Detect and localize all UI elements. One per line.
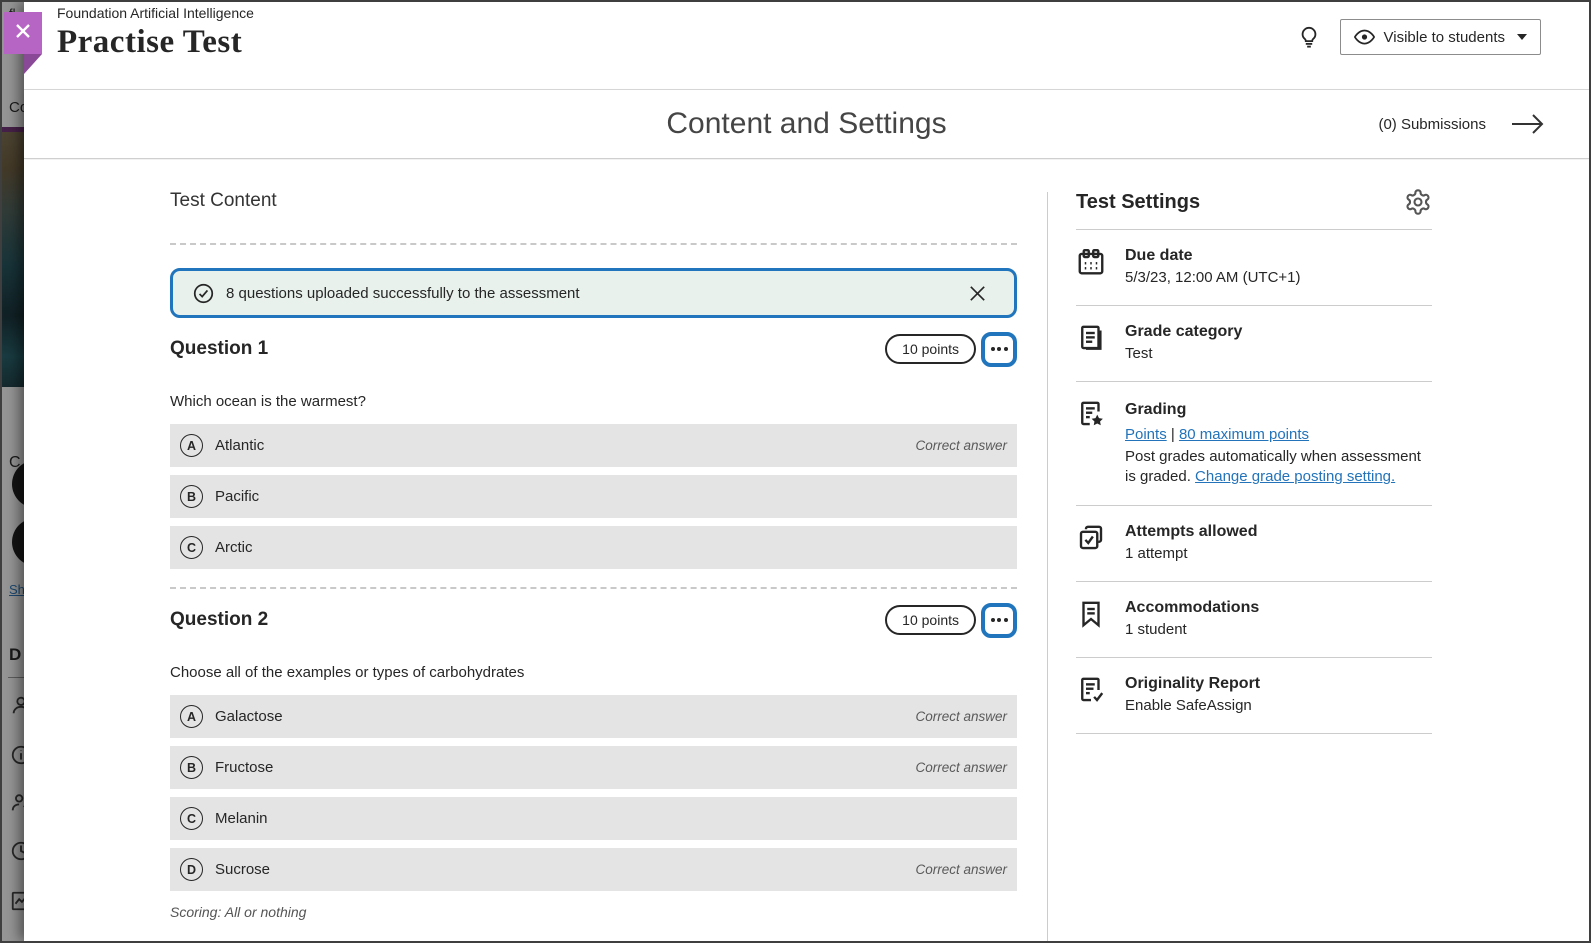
settings-heading: Test Settings	[1076, 191, 1200, 214]
eye-icon	[1354, 29, 1375, 45]
correct-answer-flag: Correct answer	[915, 709, 1007, 724]
calendar-icon	[1076, 247, 1108, 287]
correct-answer-flag: Correct answer	[915, 862, 1007, 877]
answer-option: A Galactose Correct answer	[170, 695, 1017, 738]
maximum-points-link[interactable]: 80 maximum points	[1179, 426, 1309, 443]
checkbox-icon	[1076, 523, 1108, 563]
bookmark-icon	[1076, 599, 1108, 639]
option-text: Galactose	[215, 708, 283, 725]
answer-option: B Fructose Correct answer	[170, 746, 1017, 789]
close-icon[interactable]	[965, 281, 990, 306]
question-menu-button[interactable]	[981, 603, 1017, 638]
question-prompt: Choose all of the examples or types of c…	[170, 664, 1017, 681]
option-text: Sucrose	[215, 861, 270, 878]
ellipsis-icon	[991, 347, 995, 351]
peel-fold-decoration	[24, 54, 42, 74]
due-date-link[interactable]: 5/3/23, 12:00 AM (UTC+1)	[1125, 269, 1301, 286]
content-header-bar: Content and Settings (0) Submissions	[24, 90, 1589, 159]
setting-label: Grading	[1125, 399, 1432, 421]
safeassign-link[interactable]: Enable SafeAssign	[1125, 697, 1252, 714]
insert-divider	[170, 587, 1017, 589]
banner-message: 8 questions uploaded successfully to the…	[226, 285, 580, 302]
setting-label: Accommodations	[1125, 599, 1259, 617]
test-content-heading: Test Content	[170, 190, 1017, 212]
question-prompt: Which ocean is the warmest?	[170, 393, 1017, 410]
upload-success-banner: 8 questions uploaded successfully to the…	[170, 268, 1017, 318]
setting-grade-category: Grade category Test	[1076, 306, 1432, 382]
column-divider	[1047, 192, 1048, 941]
check-circle-icon	[193, 283, 214, 304]
answer-option: D Sucrose Correct answer	[170, 848, 1017, 891]
question-menu-button[interactable]	[981, 332, 1017, 367]
scoring-note: Scoring: All or nothing	[170, 904, 1017, 920]
change-grade-posting-link[interactable]: Change grade posting setting.	[1195, 468, 1395, 485]
option-letter: C	[180, 536, 203, 559]
answer-option: C Melanin	[170, 797, 1017, 840]
arrow-right-icon[interactable]	[1510, 112, 1546, 136]
close-panel-button[interactable]	[4, 12, 42, 54]
test-content-column: Test Content 8 questions uploaded succes…	[170, 160, 1017, 920]
question-1-header: Question 1 10 points	[170, 330, 1017, 368]
app-window: fl Co C Sh D	[0, 0, 1591, 943]
option-letter: C	[180, 807, 203, 830]
option-letter: A	[180, 434, 203, 457]
question-title: Question 1	[170, 338, 268, 360]
answer-options: A Atlantic Correct answer B Pacific C Ar…	[170, 424, 1017, 569]
visibility-dropdown[interactable]: Visible to students	[1340, 19, 1541, 55]
answer-option: A Atlantic Correct answer	[170, 424, 1017, 467]
panel-header: Foundation Artificial Intelligence Pract…	[24, 2, 1589, 90]
gear-icon[interactable]	[1404, 188, 1432, 216]
question-2-header: Question 2 10 points	[170, 601, 1017, 639]
correct-answer-flag: Correct answer	[915, 760, 1007, 775]
underlying-page-strip: fl Co C Sh D	[2, 2, 24, 941]
answer-options: A Galactose Correct answer B Fructose Co…	[170, 695, 1017, 891]
setting-accommodations: Accommodations 1 student	[1076, 582, 1432, 658]
setting-label: Due date	[1125, 247, 1301, 265]
document-icon	[1076, 323, 1108, 363]
content-body: Test Content 8 questions uploaded succes…	[24, 160, 1589, 941]
setting-label: Originality Report	[1125, 675, 1260, 693]
dim-overlay	[2, 2, 24, 941]
test-settings-column: Test Settings Due date 5/3/23, 12:00 AM …	[1076, 160, 1432, 734]
grade-category-link[interactable]: Test	[1125, 345, 1153, 362]
submissions-count[interactable]: (0) Submissions	[1378, 116, 1486, 133]
option-letter: B	[180, 485, 203, 508]
attempts-link[interactable]: 1 attempt	[1125, 545, 1188, 562]
setting-attempts: Attempts allowed 1 attempt	[1076, 506, 1432, 582]
answer-option: C Arctic	[170, 526, 1017, 569]
document-check-icon	[1076, 675, 1108, 715]
setting-label: Grade category	[1125, 323, 1242, 341]
option-letter: D	[180, 858, 203, 881]
separator: |	[1171, 426, 1175, 443]
ellipsis-icon	[991, 618, 995, 622]
document-star-icon	[1076, 399, 1108, 487]
setting-label: Attempts allowed	[1125, 523, 1257, 541]
answer-option: B Pacific	[170, 475, 1017, 518]
option-text: Fructose	[215, 759, 273, 776]
option-text: Atlantic	[215, 437, 264, 454]
setting-originality: Originality Report Enable SafeAssign	[1076, 658, 1432, 734]
insert-divider	[170, 243, 1017, 245]
content-and-settings-title: Content and Settings	[24, 90, 1589, 157]
points-button[interactable]: 10 points	[885, 334, 976, 364]
setting-due-date: Due date 5/3/23, 12:00 AM (UTC+1)	[1076, 230, 1432, 306]
chevron-down-icon	[1517, 34, 1527, 40]
correct-answer-flag: Correct answer	[915, 438, 1007, 453]
option-letter: A	[180, 705, 203, 728]
accommodations-link[interactable]: 1 student	[1125, 621, 1187, 638]
option-text: Pacific	[215, 488, 259, 505]
assessment-panel: Foundation Artificial Intelligence Pract…	[24, 2, 1589, 941]
question-title: Question 2	[170, 609, 268, 631]
page-title: Practise Test	[57, 24, 254, 61]
setting-grading: Grading Points | 80 maximum points Post …	[1076, 382, 1432, 506]
grading-points-link[interactable]: Points	[1125, 426, 1167, 443]
points-button[interactable]: 10 points	[885, 605, 976, 635]
option-text: Arctic	[215, 539, 253, 556]
lightbulb-icon[interactable]	[1298, 25, 1320, 49]
x-icon	[13, 21, 33, 46]
course-name: Foundation Artificial Intelligence	[57, 5, 254, 21]
visibility-label: Visible to students	[1384, 29, 1505, 46]
option-letter: B	[180, 756, 203, 779]
option-text: Melanin	[215, 810, 268, 827]
